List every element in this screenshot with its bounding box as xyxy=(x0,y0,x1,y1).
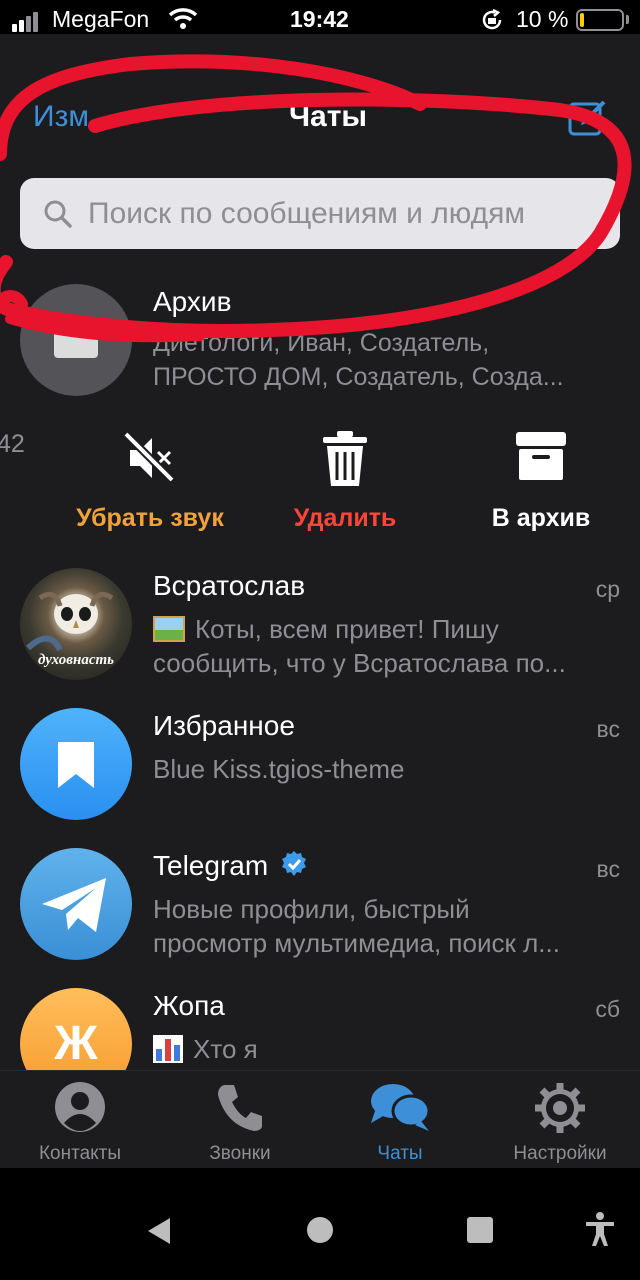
compose-icon[interactable] xyxy=(566,96,608,143)
photo-icon xyxy=(153,616,185,642)
chat-date: сб xyxy=(595,996,620,1022)
chat-preview: Blue Kiss.tgios-theme xyxy=(153,752,623,786)
avatar-owl: духовнасть xyxy=(20,568,132,680)
mute-button[interactable]: Убрать звук xyxy=(55,414,245,554)
avatar-caption: духовнасть xyxy=(37,652,115,668)
tab-label: Контакты xyxy=(38,1143,122,1164)
archive-avatar xyxy=(20,284,132,396)
tab-contacts[interactable]: Контакты xyxy=(0,1071,160,1168)
search-input[interactable] xyxy=(88,178,608,249)
tab-bar: Контакты Звонки Чаты Настройки xyxy=(0,1070,640,1168)
chat-preview: Коты, всем привет! Пишу сообщить, что у … xyxy=(153,612,623,680)
tab-settings[interactable]: Настройки xyxy=(480,1071,640,1168)
chat-name-text: Telegram xyxy=(153,850,269,881)
archive-preview: Диетологи, Иван, Создатель, ПРОСТО ДОМ, … xyxy=(153,326,623,394)
archive-button[interactable]: В архив xyxy=(446,414,636,554)
archive-label: В архив xyxy=(491,504,591,532)
carrier-name: MegaFon xyxy=(52,6,150,32)
chat-row-vsratoslav[interactable]: духовнасть Всратослав ср Коты, всем прив… xyxy=(0,554,640,694)
avatar-letter: Ж xyxy=(54,1017,98,1070)
home-icon[interactable] xyxy=(306,1216,334,1244)
telegram-avatar xyxy=(20,848,132,960)
archive-preview-line: ПРОСТО ДОМ, Создатель, Созда... xyxy=(153,363,564,391)
gear-icon xyxy=(480,1081,640,1137)
bookmark-icon xyxy=(58,742,94,788)
chat-preview-line: Новые профили, быстрый xyxy=(153,894,470,924)
chat-row-saved-messages[interactable]: Избранное вс Blue Kiss.tgios-theme xyxy=(0,694,640,834)
battery-tip xyxy=(626,15,629,24)
chat-preview-line: сообщить, что у Всратослава по... xyxy=(153,648,566,678)
telegram-screen: Изм Чаты Поиск по сообщениям и людям Арх… xyxy=(0,34,640,1168)
archive-title: Архив xyxy=(153,286,232,317)
recent-apps-icon[interactable] xyxy=(466,1216,494,1244)
edit-button[interactable]: Изм xyxy=(33,100,89,134)
chat-bubbles-icon xyxy=(320,1081,480,1137)
verified-badge-icon xyxy=(281,851,306,876)
chat-preview: Хто я xyxy=(153,1032,623,1066)
mute-label: Убрать звук xyxy=(76,504,224,532)
chat-preview-line: Коты, всем привет! Пишу xyxy=(195,614,499,644)
person-circle-icon xyxy=(0,1081,160,1137)
nav-bar: Изм Чаты xyxy=(0,74,640,164)
archive-icon xyxy=(446,430,636,490)
battery-percent: 10 % xyxy=(516,6,569,32)
search-icon xyxy=(42,198,74,235)
tab-label: Чаты xyxy=(377,1143,423,1164)
chat-date: вс xyxy=(596,716,620,742)
battery-level xyxy=(580,13,584,27)
battery-icon xyxy=(576,9,624,31)
chat-name: Telegram xyxy=(153,850,308,882)
archive-box-icon xyxy=(54,322,98,358)
chat-name: Избранное xyxy=(153,710,295,741)
chat-row-telegram[interactable]: Telegram вс Новые профили, быстрый просм… xyxy=(0,834,640,974)
back-icon[interactable] xyxy=(144,1216,174,1246)
trash-icon xyxy=(250,430,440,490)
delete-button[interactable]: Удалить xyxy=(250,414,440,554)
signal-icon xyxy=(12,12,40,32)
tab-calls[interactable]: Звонки xyxy=(160,1071,320,1168)
clock: 19:42 xyxy=(290,6,349,32)
tab-chats[interactable]: Чаты xyxy=(320,1071,480,1168)
chat-date: ср xyxy=(595,576,620,602)
swipe-actions: Убрать звук Удалить В архив xyxy=(0,414,640,554)
chat-preview-line: Blue Kiss.tgios-theme xyxy=(153,754,405,784)
phone-frame: MegaFon 19:42 10 % Изм Чаты Поиск по соо… xyxy=(0,0,640,1280)
archive-preview-line: Диетологи, Иван, Создатель, xyxy=(153,329,490,357)
wifi-icon xyxy=(168,6,198,35)
rotation-lock-icon xyxy=(480,8,504,37)
delete-label: Удалить xyxy=(293,504,397,532)
chat-preview: Новые профили, быстрый просмотр мультиме… xyxy=(153,892,623,960)
paper-plane-icon xyxy=(42,878,106,932)
poll-icon xyxy=(153,1035,183,1063)
archive-row[interactable]: Архив Диетологи, Иван, Создатель, ПРОСТО… xyxy=(0,282,640,402)
tab-label: Звонки xyxy=(209,1143,271,1164)
chat-preview-line: просмотр мультимедиа, поиск л... xyxy=(153,928,560,958)
chat-date: вс xyxy=(596,856,620,882)
phone-icon xyxy=(160,1081,320,1137)
tab-label: Настройки xyxy=(513,1143,607,1164)
page-title: Чаты xyxy=(288,100,368,133)
chat-name: Всратослав xyxy=(153,570,306,601)
search-bar[interactable] xyxy=(20,178,620,249)
chat-preview-line: Хто я xyxy=(193,1034,258,1064)
saved-messages-avatar xyxy=(20,708,132,820)
mute-icon xyxy=(55,430,245,490)
chat-name: Жопа xyxy=(153,990,225,1021)
android-nav-bar xyxy=(0,1168,640,1280)
accessibility-icon[interactable] xyxy=(584,1212,616,1248)
